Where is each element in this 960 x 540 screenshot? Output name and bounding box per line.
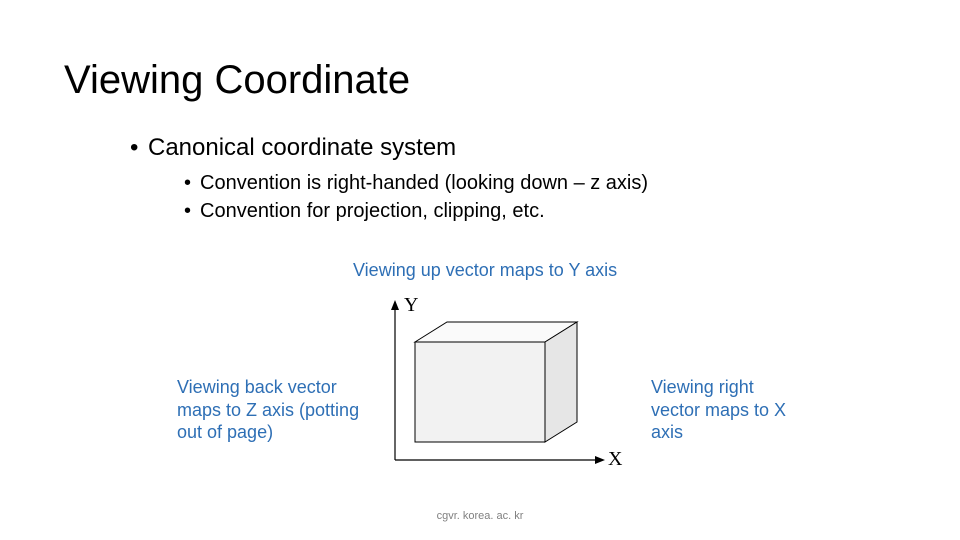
bullet-level-2: • Convention for projection, clipping, e… bbox=[200, 200, 545, 223]
bullet-dot-icon: • bbox=[184, 200, 191, 223]
bullet-level-2: • Convention is right-handed (looking do… bbox=[200, 172, 648, 195]
bullet-text: Canonical coordinate system bbox=[148, 134, 456, 161]
footer-text: cgvr. korea. ac. kr bbox=[0, 510, 960, 522]
annotation-back-vector: Viewing back vector maps to Z axis (pott… bbox=[177, 376, 367, 444]
x-axis-label: X bbox=[608, 448, 622, 471]
slide-title: Viewing Coordinate bbox=[64, 58, 410, 103]
annotation-right-vector: Viewing right vector maps to X axis bbox=[651, 376, 791, 444]
bullet-level-1: • Canonical coordinate system bbox=[148, 134, 456, 162]
bullet-dot-icon: • bbox=[130, 134, 138, 162]
coordinate-diagram bbox=[385, 300, 615, 470]
annotation-up-vector: Viewing up vector maps to Y axis bbox=[353, 260, 617, 281]
bullet-dot-icon: • bbox=[184, 172, 191, 195]
bullet-text: Convention for projection, clipping, etc… bbox=[200, 200, 545, 222]
bullet-text: Convention is right-handed (looking down… bbox=[200, 172, 648, 194]
slide: Viewing Coordinate • Canonical coordinat… bbox=[0, 0, 960, 540]
